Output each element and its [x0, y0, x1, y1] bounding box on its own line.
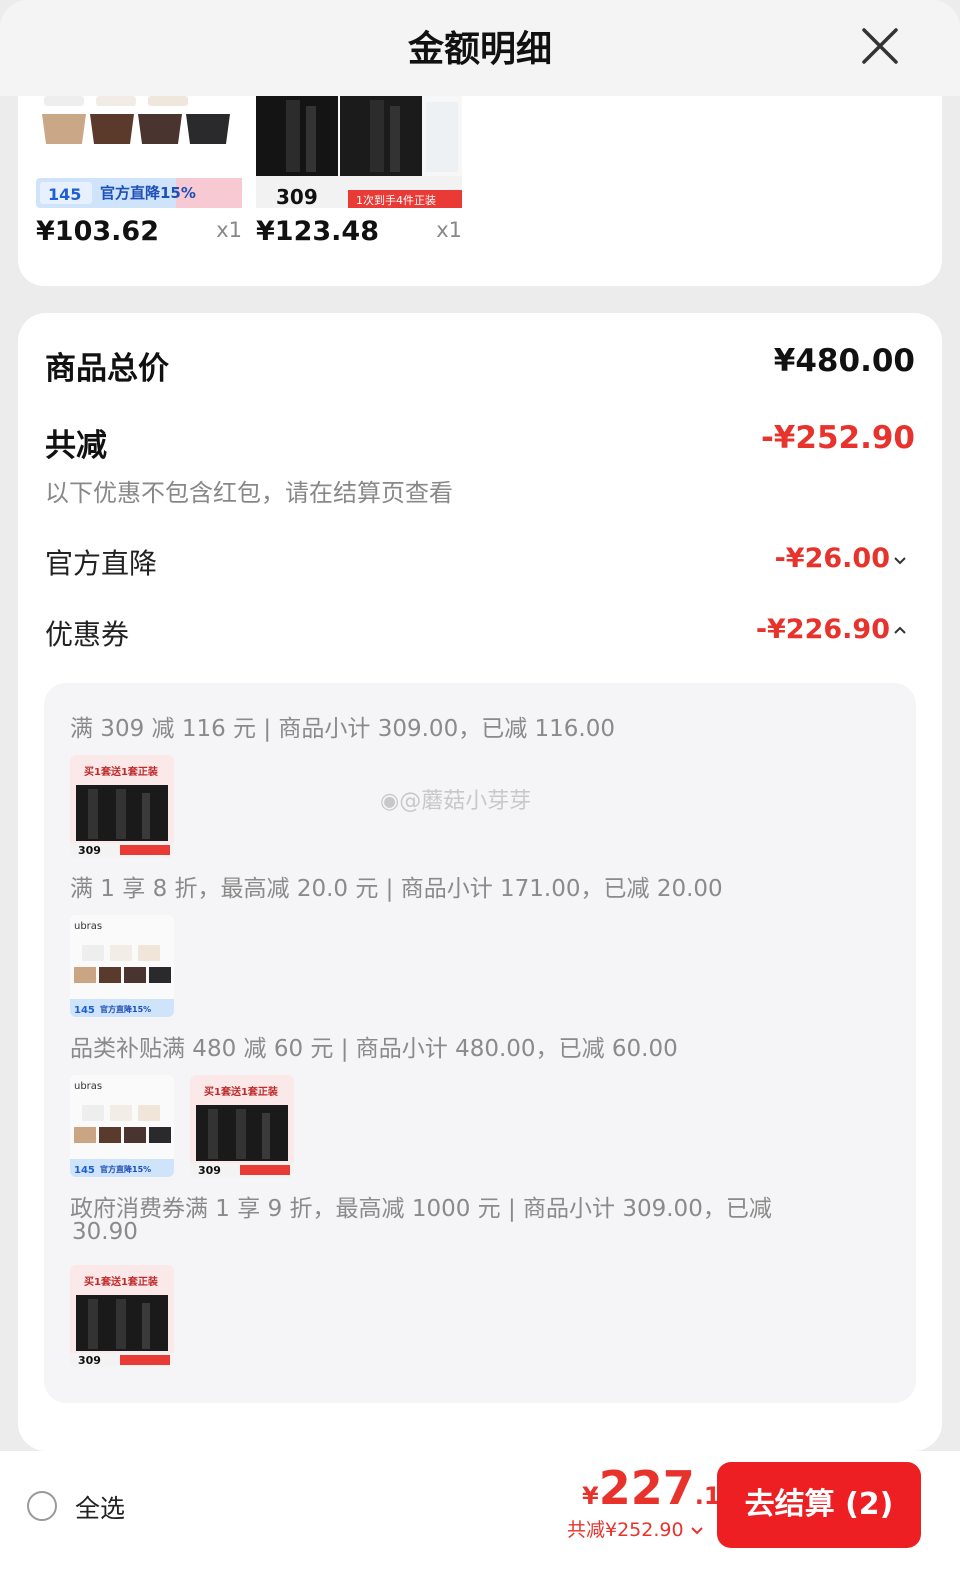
modal-header: 金额明细 [0, 0, 960, 96]
product-thumbnail: 买1套送1套正装 309 [70, 755, 174, 857]
thumb-brand: ubras [74, 921, 102, 932]
thumb-badge: 官方直降15% [100, 1164, 151, 1174]
thumb-brand: ubras [74, 1081, 102, 1092]
weibo-icon: ◉ [380, 789, 400, 814]
bottom-bar: 全选 ¥227.10 共减¥252.90 去结算 (2) [0, 1451, 960, 1596]
official-discount-label: 官方直降 [45, 547, 158, 580]
price-integer: 227 [598, 1461, 695, 1515]
total-discount[interactable]: 共减¥252.90 [567, 1515, 704, 1542]
product-thumbnail: ubras 145 官方直降15% [70, 915, 174, 1017]
coupon-label: 优惠券 [45, 618, 130, 651]
badge-text: 官方直降15% [100, 184, 196, 202]
total-value: ¥480.00 [773, 343, 915, 379]
coupon-line: 品类补贴满 480 减 60 元 | 商品小计 480.00，已减 60.00 [70, 1036, 678, 1062]
product-thumbnail: 买1套送1套正装 309 [70, 1265, 174, 1367]
total-label: 商品总价 [45, 351, 169, 387]
coupon-line: 政府消费券满 1 享 9 折，最高减 1000 元 | 商品小计 309.00，… [70, 1196, 772, 1222]
total-discount-text: 共减¥252.90 [567, 1519, 684, 1541]
coupon-line-continuation: 30.90 [72, 1219, 138, 1245]
badge-number: 145 [48, 185, 81, 204]
coupon-value[interactable]: -¥226.90 [756, 614, 890, 645]
close-icon[interactable] [858, 24, 902, 68]
products-card: 145 官方直降15% ¥103.62 x1 309 1次到手4件正装 ¥123… [18, 96, 942, 286]
badge-text: 1次到手4件正装 [356, 193, 436, 207]
thumb-promo-text: 买1套送1套正装 [84, 765, 158, 778]
thumb-promo-text: 买1套送1套正装 [204, 1085, 278, 1098]
product-image: 309 1次到手4件正装 [256, 96, 462, 208]
product-item[interactable]: 309 1次到手4件正装 ¥123.48 x1 [256, 96, 462, 247]
select-all-label[interactable]: 全选 [75, 1489, 125, 1525]
watermark: ◉@蘑菇小芽芽 [380, 783, 531, 815]
coupon-detail-panel: 满 309 减 116 元 | 商品小计 309.00，已减 116.00 买1… [44, 683, 916, 1403]
thumb-number: 145 [74, 1005, 95, 1016]
select-all-checkbox[interactable] [27, 1491, 57, 1521]
checkout-button[interactable]: 去结算 (2) [717, 1462, 921, 1548]
product-price: ¥103.62 [36, 216, 159, 247]
thumb-promo-text: 买1套送1套正装 [84, 1275, 158, 1288]
total-price: ¥227.10 [582, 1461, 737, 1515]
product-qty: x1 [436, 218, 462, 242]
chevron-down-icon[interactable] [892, 555, 908, 567]
official-discount-value[interactable]: -¥26.00 [775, 543, 890, 574]
product-thumbnail: 买1套送1套正装 309 [190, 1075, 294, 1177]
thumb-number: 309 [78, 844, 101, 857]
badge-number: 309 [276, 185, 318, 208]
product-thumbnail: ubras 145 官方直降15% [70, 1075, 174, 1177]
thumb-number: 309 [198, 1164, 221, 1177]
product-image: 145 官方直降15% [36, 96, 242, 208]
thumb-number: 145 [74, 1165, 95, 1176]
discount-value: -¥252.90 [760, 420, 915, 456]
thumb-number: 309 [78, 1354, 101, 1367]
thumb-badge: 官方直降15% [100, 1004, 151, 1014]
coupon-line: 满 1 享 8 折，最高减 20.0 元 | 商品小计 171.00，已减 20… [70, 876, 723, 902]
product-price: ¥123.48 [256, 216, 379, 247]
product-qty: x1 [216, 218, 242, 242]
product-item[interactable]: 145 官方直降15% ¥103.62 x1 [36, 96, 242, 247]
coupon-line: 满 309 减 116 元 | 商品小计 309.00，已减 116.00 [70, 716, 615, 742]
watermark-text: @蘑菇小芽芽 [399, 789, 532, 814]
price-symbol: ¥ [582, 1482, 599, 1510]
modal-title: 金额明细 [407, 29, 552, 70]
chevron-down-icon[interactable] [690, 1526, 704, 1536]
discount-label: 共减 [45, 428, 107, 464]
chevron-up-icon[interactable] [892, 624, 908, 636]
summary-card: 商品总价 ¥480.00 共减 -¥252.90 以下优惠不包含红包，请在结算页… [18, 313, 942, 1451]
discount-note: 以下优惠不包含红包，请在结算页查看 [45, 479, 453, 507]
